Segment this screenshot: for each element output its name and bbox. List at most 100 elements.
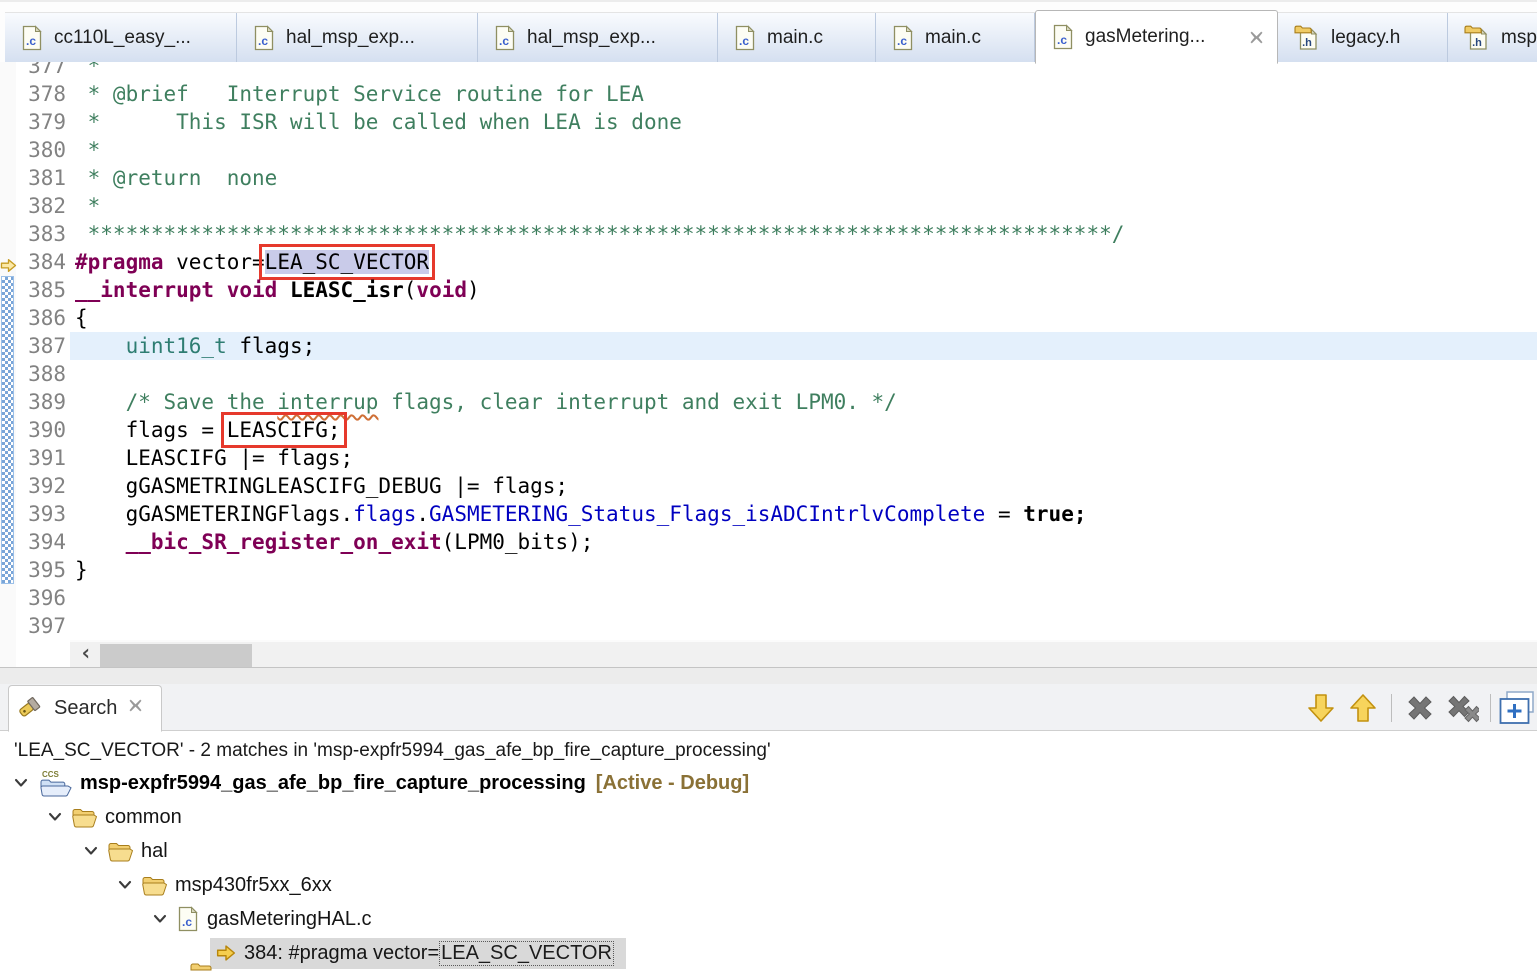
scrollbar-thumb[interactable]: [100, 644, 252, 667]
code-text-area[interactable]: * * @brief Interrupt Service routine for…: [75, 62, 1537, 668]
code-line-393[interactable]: gGASMETERINGFlags.flags.GASMETERING_Stat…: [75, 500, 1087, 528]
code-line-391[interactable]: LEASCIFG |= flags;: [75, 444, 354, 472]
toolbar-separator: [1391, 694, 1392, 722]
line-number: 395: [28, 558, 66, 582]
down-arrow-button[interactable]: [1303, 691, 1339, 725]
ide-window: .c cc110L_easy_... .c hal_msp_exp... .c hal_m…: [0, 0, 1537, 971]
code-line-385[interactable]: __interrupt void LEASC_isr(void): [75, 276, 480, 304]
remove-all-matches-icon: [1445, 692, 1479, 724]
close-icon[interactable]: [127, 697, 144, 720]
editor-tab-8[interactable]: .h msp: [1448, 13, 1537, 64]
line-number: 377: [28, 62, 66, 78]
annotation-ruler: [0, 62, 17, 668]
code-line-381[interactable]: * @return none: [75, 164, 278, 192]
c-file-icon: .c: [892, 25, 914, 51]
editor-tab-5[interactable]: .c main.c: [876, 13, 1035, 64]
expand-button[interactable]: [1499, 691, 1537, 725]
code-line-382[interactable]: *: [75, 192, 101, 220]
horizontal-scrollbar[interactable]: ‹: [70, 640, 1537, 668]
c-file-icon: .c: [734, 25, 756, 51]
code-text: {: [75, 306, 88, 330]
code-text: GASMETERING_Status_Flags_isADCIntrlvComp…: [429, 502, 986, 526]
line-number: 385: [28, 278, 66, 302]
code-text: * @return none: [75, 166, 278, 190]
code-line-378[interactable]: * @brief Interrupt Service routine for L…: [75, 80, 644, 108]
close-icon[interactable]: [1234, 29, 1265, 46]
search-flashlight-icon: [17, 692, 44, 725]
code-line-387[interactable]: uint16_t flags;: [75, 332, 316, 360]
folder-icon: [108, 841, 133, 862]
code-text: flags, clear interrupt and exit LPM0. */: [378, 390, 897, 414]
tree-row-common[interactable]: common: [0, 800, 1537, 834]
line-number: 381: [28, 166, 66, 190]
chevron-down-icon[interactable]: [14, 778, 29, 788]
editor-tab-1[interactable]: .c cc110L_easy_...: [5, 13, 237, 64]
tab-label: hal_msp_exp...: [527, 27, 656, 48]
down-arrow-icon: [1305, 692, 1337, 724]
remove-all-matches-button[interactable]: [1444, 691, 1480, 725]
tree-row-msp-expfr5994_gas_afe_bp_fire_capture_processing[interactable]: CCS msp-expfr5994_gas_afe_bp_fire_capture…: [0, 766, 1537, 800]
code-line-390[interactable]: flags = LEASCIFG;: [75, 412, 347, 448]
tab-bar: .c cc110L_easy_... .c hal_msp_exp... .c hal_m…: [5, 10, 1537, 64]
svg-text:.c: .c: [739, 34, 749, 48]
code-line-386[interactable]: {: [75, 304, 88, 332]
scroll-left-icon[interactable]: ‹: [74, 642, 98, 668]
chevron-down-icon[interactable]: [153, 914, 168, 924]
code-line-377[interactable]: *: [75, 62, 101, 80]
code-text: *: [75, 138, 101, 162]
line-number: 383: [28, 222, 66, 246]
remove-match-button[interactable]: [1402, 691, 1438, 725]
editor-tab-7[interactable]: .h legacy.h: [1278, 13, 1448, 64]
tree-row-hal[interactable]: hal: [0, 834, 1537, 868]
chevron-down-icon[interactable]: [118, 880, 133, 890]
editor-tab-4[interactable]: .c main.c: [718, 13, 876, 64]
project-icon: CCS: [38, 769, 72, 797]
tab-label: gasMetering...: [1085, 26, 1206, 47]
tab-label: main.c: [767, 27, 823, 48]
code-text: LEASC_isr: [289, 278, 404, 302]
line-number: 394: [28, 530, 66, 554]
code-line-392[interactable]: gGASMETRINGLEASCIFG_DEBUG |= flags;: [75, 472, 569, 500]
tree-item-label: msp430fr5xx_6xx: [175, 873, 332, 896]
code-editor[interactable]: 377 378 379 380 381 382 383 384 385 386 387 388 389 3…: [0, 62, 1537, 668]
line-number: 382: [28, 194, 66, 218]
up-arrow-button[interactable]: [1345, 691, 1381, 725]
code-line-389[interactable]: /* Save the interrup flags, clear interr…: [75, 388, 897, 416]
code-text: flags: [353, 502, 417, 526]
search-toolbar: [1303, 688, 1537, 728]
folder-icon: [72, 807, 97, 828]
editor-tab-2[interactable]: .c hal_msp_exp...: [237, 13, 478, 64]
code-text: void: [416, 278, 467, 302]
chevron-down-icon[interactable]: [84, 846, 99, 856]
folder-icon-partial: [190, 962, 216, 971]
line-number: 380: [28, 138, 66, 162]
h-file-icon: .h: [1464, 25, 1490, 51]
tab-label: msp: [1501, 27, 1537, 48]
search-match-row[interactable]: 384: #pragma vector= LEA_SC_VECTOR: [0, 936, 1537, 970]
code-line-395[interactable]: }: [75, 556, 88, 584]
code-line-394[interactable]: __bic_SR_register_on_exit(LPM0_bits);: [75, 528, 594, 556]
code-line-384[interactable]: #pragma vector=LEA_SC_VECTOR: [75, 244, 436, 280]
panel-sash[interactable]: [0, 668, 1537, 684]
code-line-380[interactable]: *: [75, 136, 101, 164]
code-text: LEASCIFG |= flags;: [75, 446, 354, 470]
expand-icon: [1499, 691, 1537, 725]
editor-tab-3[interactable]: .c hal_msp_exp...: [478, 13, 718, 64]
chevron-down-icon[interactable]: [48, 812, 63, 822]
tree-item-label: msp-expfr5994_gas_afe_bp_fire_capture_pr…: [80, 771, 586, 794]
code-text: flags;: [226, 334, 316, 358]
line-number: 393: [28, 502, 66, 526]
code-text: }: [75, 558, 88, 582]
code-line-379[interactable]: * This ISR will be called when LEA is do…: [75, 108, 682, 136]
code-line-383[interactable]: ****************************************…: [75, 220, 1125, 248]
tree-row-msp430fr5xx_6xx[interactable]: msp430fr5xx_6xx: [0, 868, 1537, 902]
code-text: .: [416, 502, 430, 526]
code-text: flags =: [75, 418, 227, 442]
editor-tab-6[interactable]: .c gasMetering...: [1035, 10, 1278, 64]
tab-search[interactable]: Search: [8, 685, 162, 732]
code-text: * This ISR will be called when LEA is do…: [75, 110, 682, 134]
code-text: (LPM0_bits);: [441, 530, 594, 554]
tree-row-gasMeteringHAL.c[interactable]: .c gasMeteringHAL.c: [0, 902, 1537, 936]
